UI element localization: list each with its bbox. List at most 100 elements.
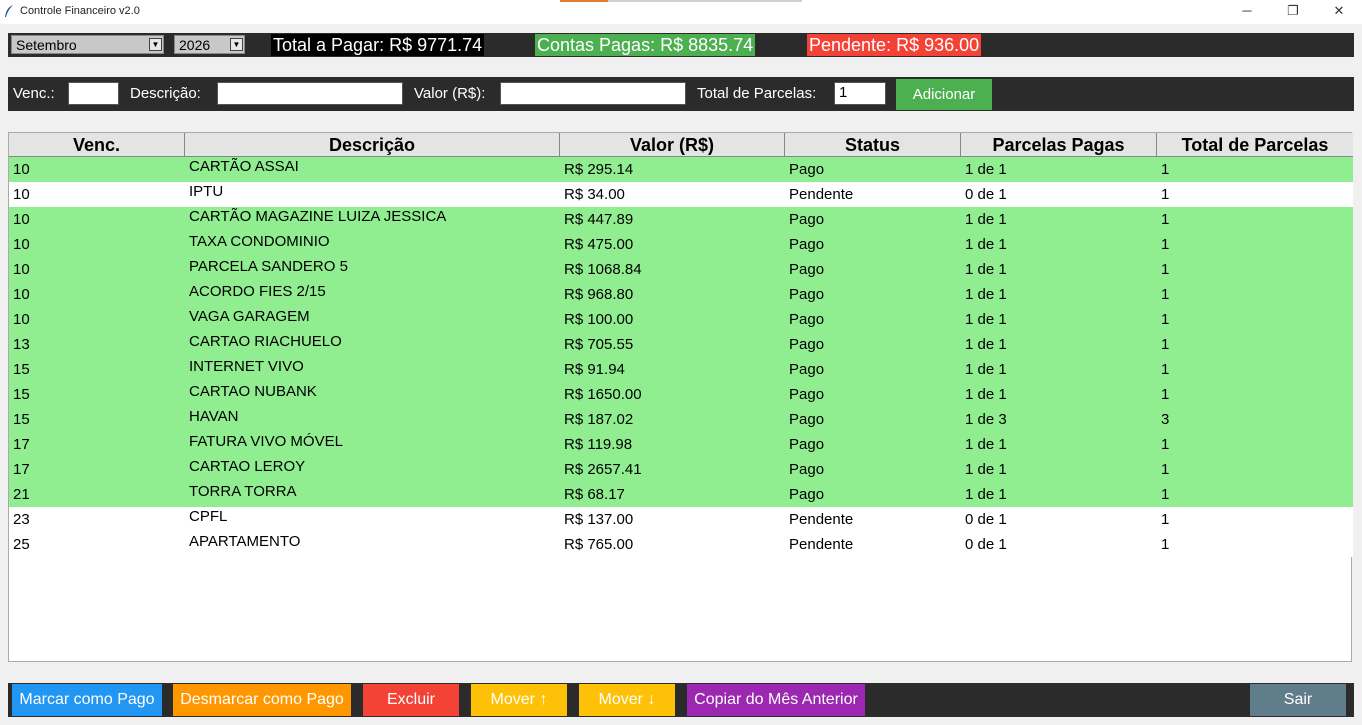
cell-descricao: APARTAMENTO	[189, 533, 301, 550]
cell-venc: 15	[13, 411, 30, 428]
col-valor[interactable]: Valor (R$)	[560, 133, 785, 157]
col-venc[interactable]: Venc.	[9, 133, 185, 157]
cell-valor: R$ 765.00	[564, 536, 634, 553]
cell-total-parcelas: 1	[1161, 211, 1170, 228]
cell-descricao: FATURA VIVO MÓVEL	[189, 433, 343, 450]
table-row[interactable]: 10 ACORDO FIES 2/15 R$ 968.80 Pago 1 de 1 1	[9, 282, 1353, 307]
cell-status: Pago	[789, 361, 825, 378]
table-row[interactable]: 23 CPFL R$ 137.00 Pendente 0 de 1 1	[9, 507, 1353, 532]
cell-descricao: CARTAO LEROY	[189, 458, 306, 475]
table-row[interactable]: 17 CARTAO LEROY R$ 2657.41 Pago 1 de 1 1	[9, 457, 1353, 482]
cell-venc: 23	[13, 511, 30, 528]
col-status[interactable]: Status	[785, 133, 961, 157]
cell-venc: 17	[13, 461, 30, 478]
cell-total-parcelas: 3	[1161, 411, 1170, 428]
table-row[interactable]: 21 TORRA TORRA R$ 68.17 Pago 1 de 1 1	[9, 482, 1353, 507]
valor-input[interactable]	[500, 82, 686, 105]
cell-status: Pago	[789, 236, 825, 253]
cell-parcelas-pagas: 0 de 1	[965, 186, 1007, 203]
table-row[interactable]: 15 INTERNET VIVO R$ 91.94 Pago 1 de 1 1	[9, 357, 1353, 382]
table-row[interactable]: 13 CARTAO RIACHUELO R$ 705.55 Pago 1 de 1 1	[9, 332, 1353, 357]
minimize-button[interactable]: ─	[1224, 0, 1270, 24]
table-header: Venc. Descrição Valor (R$) Status Parcel…	[9, 133, 1353, 157]
cell-total-parcelas: 1	[1161, 186, 1170, 203]
cell-parcelas-pagas: 1 de 1	[965, 311, 1007, 328]
action-bar: Marcar como Pago Desmarcar como Pago Exc…	[8, 683, 1354, 717]
cell-valor: R$ 119.98	[564, 436, 633, 453]
cell-descricao: TORRA TORRA	[189, 483, 297, 500]
add-button[interactable]: Adicionar	[896, 79, 992, 110]
cell-descricao: CARTÃO MAGAZINE LUIZA JESSICA	[189, 208, 447, 225]
table-row[interactable]: 10 IPTU R$ 34.00 Pendente 0 de 1 1	[9, 182, 1353, 207]
cell-status: Pendente	[789, 511, 854, 528]
cell-status: Pago	[789, 336, 825, 353]
cell-valor: R$ 187.02	[564, 411, 634, 428]
month-select[interactable]: Setembro ▼	[11, 35, 164, 54]
chevron-down-icon[interactable]: ▼	[149, 38, 162, 51]
mover-cima-button[interactable]: Mover ↑	[471, 684, 567, 716]
table-row[interactable]: 10 VAGA GARAGEM R$ 100.00 Pago 1 de 1 1	[9, 307, 1353, 332]
cell-valor: R$ 2657.41	[564, 461, 642, 478]
close-button[interactable]: ✕	[1316, 0, 1362, 24]
col-descricao[interactable]: Descrição	[185, 133, 560, 157]
bills-table[interactable]: Venc. Descrição Valor (R$) Status Parcel…	[8, 132, 1353, 662]
cell-total-parcelas: 1	[1161, 386, 1170, 403]
cell-total-parcelas: 1	[1161, 161, 1170, 178]
cell-venc: 10	[13, 261, 30, 278]
descricao-label: Descrição:	[130, 85, 201, 102]
venc-input[interactable]	[68, 82, 119, 105]
cell-status: Pago	[789, 286, 825, 303]
cell-parcelas-pagas: 0 de 1	[965, 511, 1007, 528]
mover-baixo-button[interactable]: Mover ↓	[579, 684, 675, 716]
copiar-mes-anterior-button[interactable]: Copiar do Mês Anterior	[687, 684, 865, 716]
cell-valor: R$ 91.94	[564, 361, 625, 378]
cell-venc: 15	[13, 361, 30, 378]
col-total-parcelas[interactable]: Total de Parcelas	[1157, 133, 1353, 157]
table-row[interactable]: 17 FATURA VIVO MÓVEL R$ 119.98 Pago 1 de 1 1	[9, 432, 1353, 457]
cell-status: Pago	[789, 211, 825, 228]
cell-total-parcelas: 1	[1161, 261, 1170, 278]
sair-button[interactable]: Sair	[1250, 684, 1346, 716]
cell-venc: 13	[13, 336, 30, 353]
cell-parcelas-pagas: 1 de 1	[965, 336, 1007, 353]
cell-parcelas-pagas: 1 de 1	[965, 386, 1007, 403]
cell-valor: R$ 1068.84	[564, 261, 642, 278]
cell-valor: R$ 295.14	[564, 161, 634, 178]
chevron-down-icon[interactable]: ▼	[230, 38, 243, 51]
table-row[interactable]: 10 CARTÃO ASSAI R$ 295.14 Pago 1 de 1 1	[9, 157, 1353, 182]
cell-valor: R$ 1650.00	[564, 386, 642, 403]
descricao-input[interactable]	[217, 82, 403, 105]
parcelas-input[interactable]: 1	[834, 82, 886, 105]
table-row[interactable]: 10 TAXA CONDOMINIO R$ 475.00 Pago 1 de 1 1	[9, 232, 1353, 257]
cell-descricao: CARTAO NUBANK	[189, 383, 317, 400]
cell-parcelas-pagas: 1 de 1	[965, 286, 1007, 303]
month-select-value: Setembro	[16, 37, 77, 53]
year-select[interactable]: 2026 ▼	[174, 35, 245, 54]
desmarcar-pago-button[interactable]: Desmarcar como Pago	[173, 684, 351, 716]
title-accent	[560, 0, 608, 2]
col-parcelas-pagas[interactable]: Parcelas Pagas	[961, 133, 1157, 157]
cell-descricao: INTERNET VIVO	[189, 358, 304, 375]
excluir-button[interactable]: Excluir	[363, 684, 459, 716]
cell-valor: R$ 968.80	[564, 286, 634, 303]
cell-status: Pago	[789, 386, 825, 403]
cell-venc: 10	[13, 236, 30, 253]
table-row[interactable]: 25 APARTAMENTO R$ 765.00 Pendente 0 de 1 1	[9, 532, 1353, 557]
table-row[interactable]: 10 PARCELA SANDERO 5 R$ 1068.84 Pago 1 de 1 1	[9, 257, 1353, 282]
cell-status: Pago	[789, 161, 825, 178]
cell-venc: 10	[13, 211, 30, 228]
cell-descricao: VAGA GARAGEM	[189, 308, 310, 325]
cell-descricao: CARTÃO ASSAI	[189, 158, 299, 175]
cell-valor: R$ 100.00	[564, 311, 634, 328]
parcelas-label: Total de Parcelas:	[697, 85, 817, 102]
cell-total-parcelas: 1	[1161, 511, 1170, 528]
summary-bar: Setembro ▼ 2026 ▼ Total a Pagar: R$ 9771…	[8, 33, 1354, 57]
table-row[interactable]: 15 CARTAO NUBANK R$ 1650.00 Pago 1 de 1 1	[9, 382, 1353, 407]
table-row[interactable]: 10 CARTÃO MAGAZINE LUIZA JESSICA R$ 447.89…	[9, 207, 1353, 232]
maximize-button[interactable]: ❐	[1270, 0, 1316, 24]
cell-valor: R$ 475.00	[564, 236, 634, 253]
table-row[interactable]: 15 HAVAN R$ 187.02 Pago 1 de 3 3	[9, 407, 1353, 432]
marcar-pago-button[interactable]: Marcar como Pago	[12, 684, 162, 716]
cell-valor: R$ 137.00	[564, 511, 634, 528]
total-a-pagar-label: Total a Pagar: R$ 9771.74	[271, 34, 485, 56]
